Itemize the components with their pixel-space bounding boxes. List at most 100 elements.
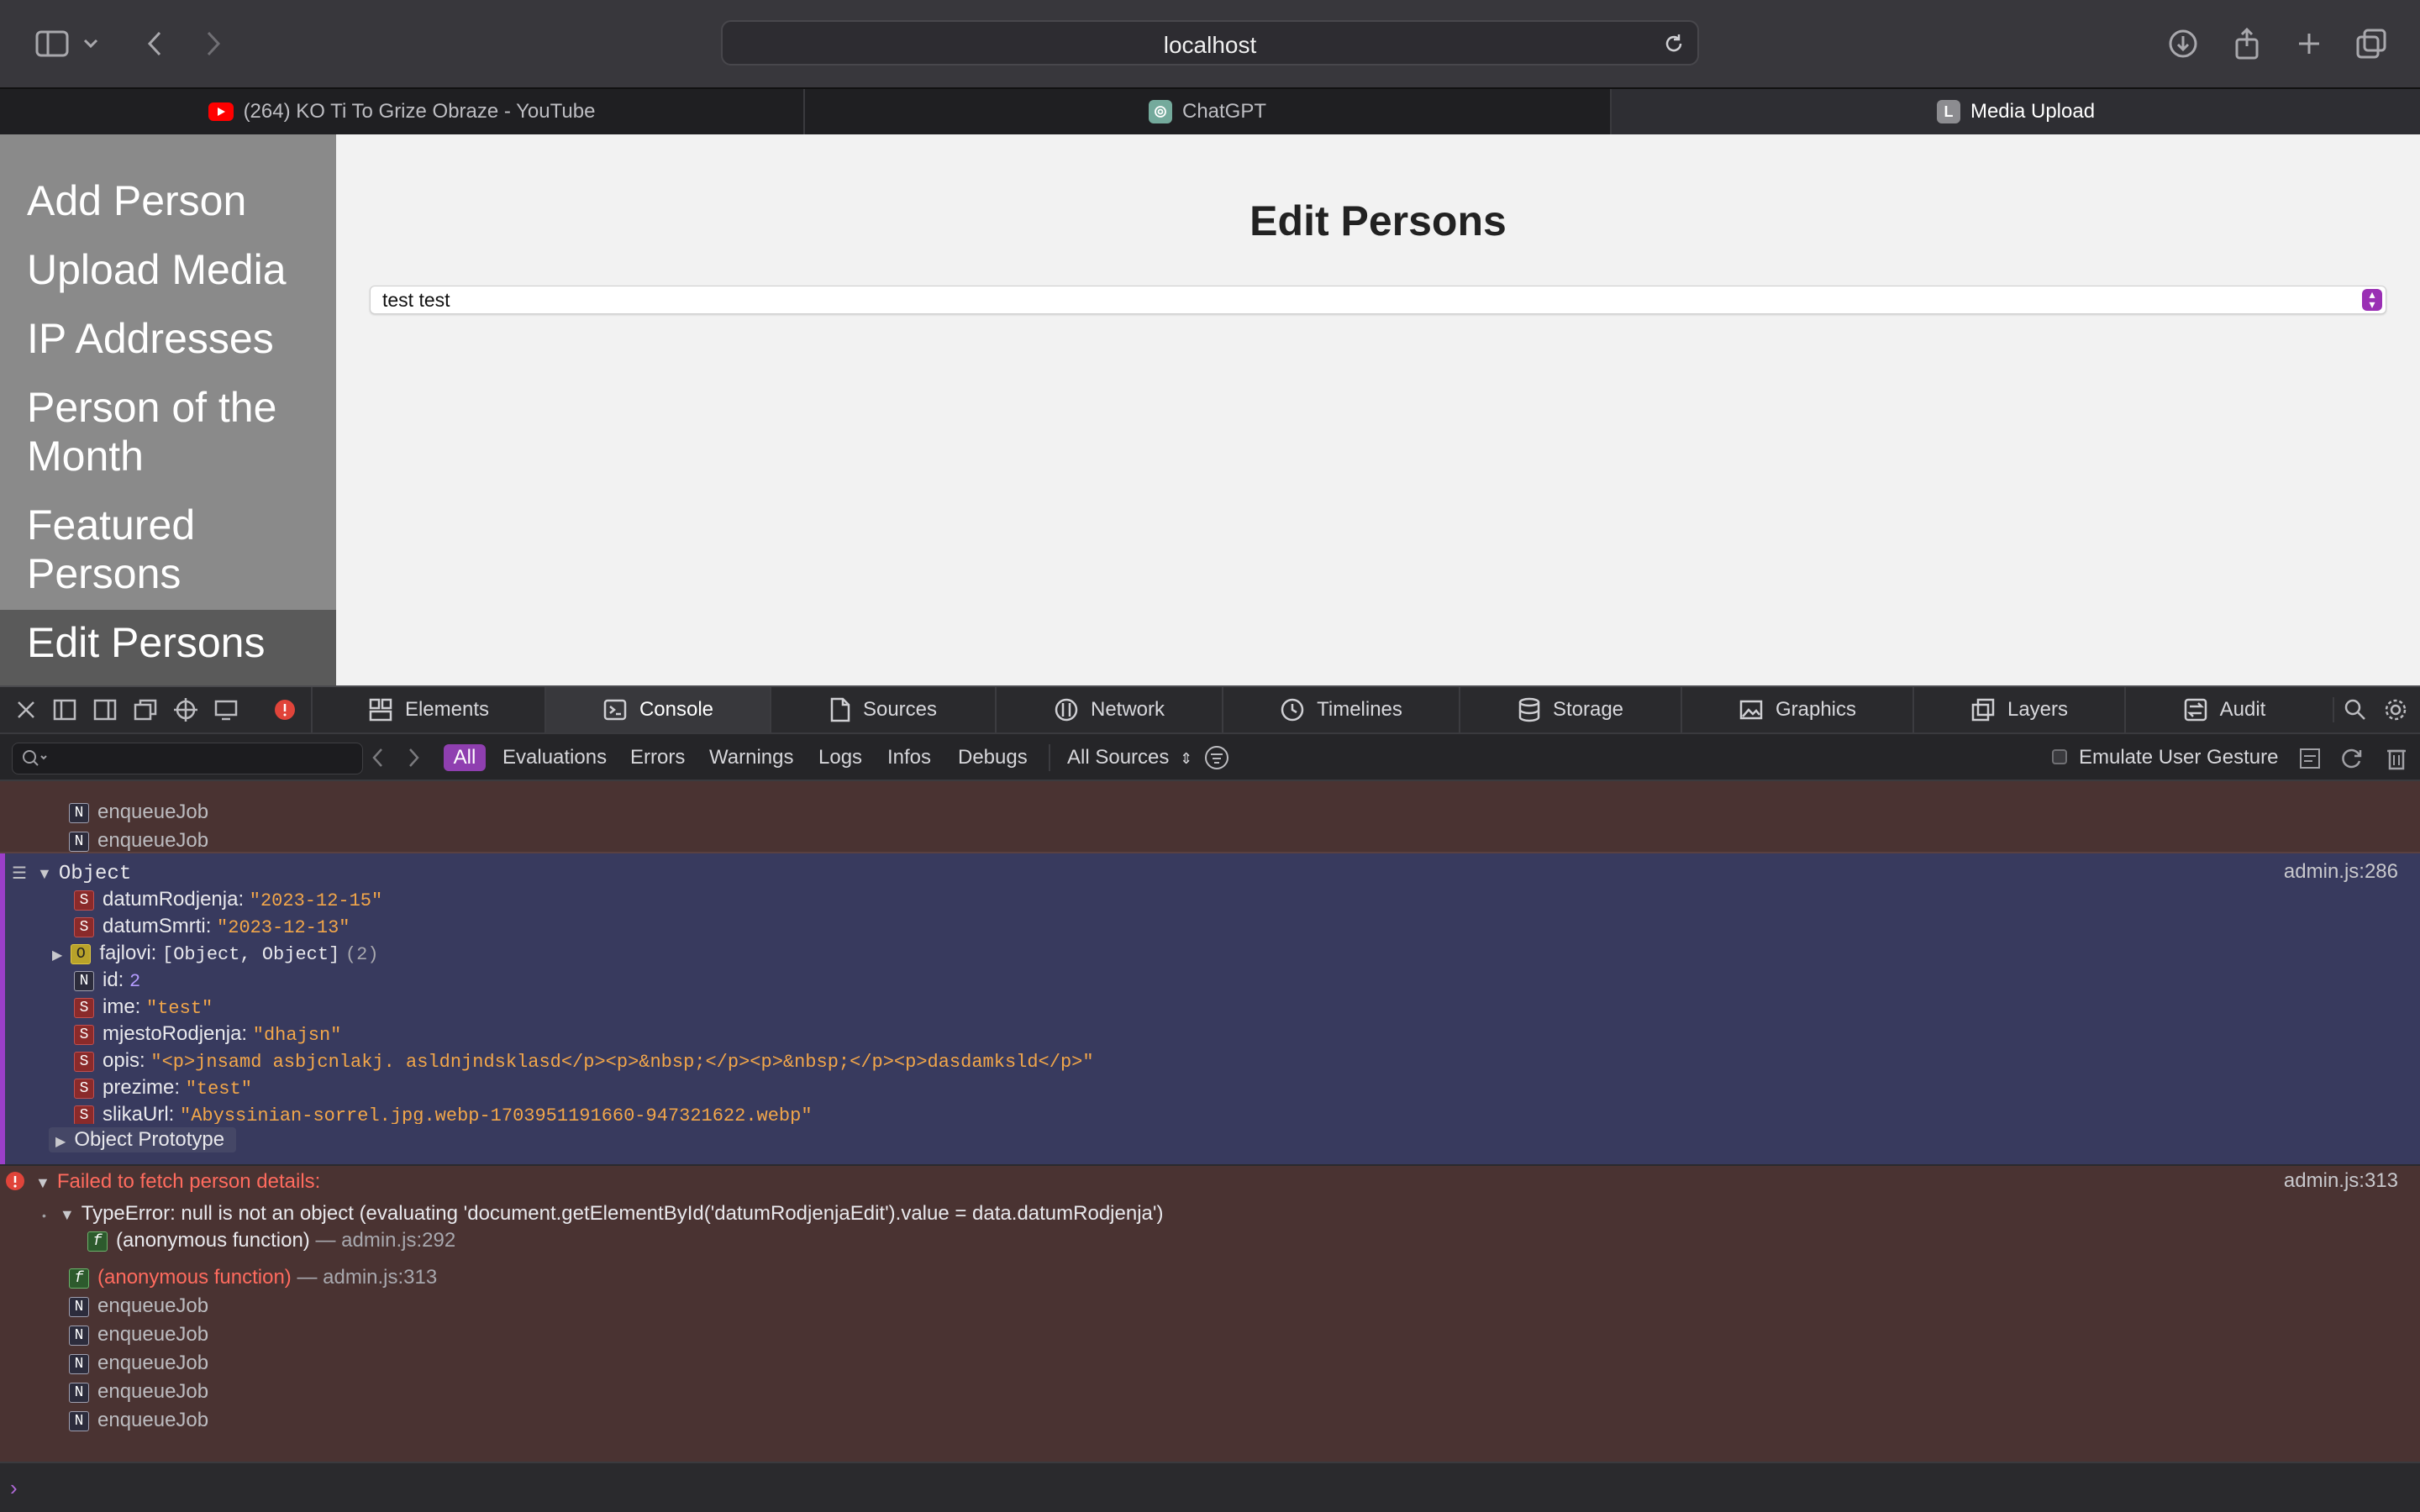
function-badge-icon: f	[87, 1231, 108, 1252]
object-property-expandable[interactable]: ▶ Ofajlovi: [Object, Object] (2)	[52, 941, 379, 966]
stack-frame: NenqueueJob	[69, 800, 208, 825]
sidebar-item-person-of-the-month[interactable]: Person of the Month	[27, 383, 329, 480]
native-badge-icon: N	[69, 1382, 89, 1403]
object-property: SmjestoRodjenja: "dhajsn"	[74, 1021, 341, 1047]
devtools-tab-elements[interactable]: Elements	[311, 687, 544, 732]
string-badge-icon: S	[74, 1051, 94, 1072]
sidebar-item-featured-persons[interactable]: Featured Persons	[27, 501, 329, 598]
filter-warnings[interactable]: Warnings	[709, 744, 793, 771]
object-prototype-toggle[interactable]: ▶ Object Prototype	[49, 1127, 237, 1152]
prompt-chevron-icon: ›	[10, 1475, 18, 1500]
emulate-gesture-label: Emulate User Gesture	[2079, 746, 2279, 769]
sidebar-item-add-person[interactable]: Add Person	[27, 176, 329, 225]
devtools-tab-audit[interactable]: Audit	[2124, 687, 2323, 732]
object-property: Sopis: "<p>jnsamd asbjcnlakj. asldnjndsk…	[74, 1048, 1094, 1074]
sidebar-item-upload-media[interactable]: Upload Media	[27, 245, 329, 294]
gear-icon[interactable]	[2383, 697, 2408, 722]
forward-icon[interactable]	[193, 24, 234, 64]
tab-label: Media Upload	[1970, 100, 2096, 123]
tab-media-upload[interactable]: L Media Upload	[1612, 89, 2420, 134]
preserve-log-icon[interactable]	[2297, 746, 2323, 775]
element-picker-icon[interactable]	[173, 697, 198, 722]
devtools-tab-timelines[interactable]: Timelines	[1222, 687, 1459, 732]
type-error-toggle[interactable]: • ▼ TypeError: null is not an object (eval…	[42, 1201, 1163, 1226]
error-toggle[interactable]: ▼ Failed to fetch person details:	[35, 1169, 320, 1194]
stack-frame[interactable]: f (anonymous function) — admin.js:313	[69, 1265, 437, 1290]
object-property: Sime: "test"	[74, 995, 213, 1020]
dock-right-icon[interactable]	[92, 697, 118, 722]
disclosure-closed-icon: ▶	[52, 948, 63, 963]
refresh-icon[interactable]	[2339, 746, 2365, 775]
native-badge-icon: N	[69, 802, 89, 823]
devtools-tab-layers[interactable]: Layers	[1912, 687, 2124, 732]
reload-icon[interactable]	[1662, 32, 1686, 60]
object-property: Sprezime: "test"	[74, 1075, 252, 1100]
tab-label: Layers	[2007, 698, 2069, 721]
object-badge-icon: O	[71, 943, 92, 964]
function-badge-icon: f	[69, 1268, 89, 1289]
tab-chatgpt[interactable]: ChatGPT	[805, 89, 1612, 134]
stack-frame[interactable]: f (anonymous function) — admin.js:292	[87, 1228, 455, 1253]
console-message-object: ☰ ▼ Object admin.js:286 SdatumRodjenja: "…	[0, 853, 2420, 1126]
new-tab-icon[interactable]	[2289, 24, 2329, 64]
sources-select[interactable]: All Sources ⇕	[1049, 744, 1192, 771]
source-link[interactable]: admin.js:286	[2284, 860, 2398, 884]
devtools-tab-network[interactable]: Network	[995, 687, 1222, 732]
sidebar-item-ip-addresses[interactable]: IP Addresses	[27, 314, 329, 363]
devtools-tab-graphics[interactable]: Graphics	[1681, 687, 1912, 732]
browser-toolbar: localhost	[0, 0, 2420, 87]
filter-evaluations[interactable]: Evaluations	[502, 744, 607, 771]
tab-label: (264) KO Ti To Grize Obraze - YouTube	[243, 100, 596, 123]
native-badge-icon: N	[69, 1353, 89, 1374]
stack-frame: NenqueueJob	[69, 1379, 208, 1404]
stack-frame: NenqueueJob	[69, 1294, 208, 1319]
detach-window-icon[interactable]	[133, 697, 158, 722]
emulate-gesture-checkbox[interactable]	[2052, 749, 2067, 764]
filter-logs[interactable]: Logs	[818, 744, 862, 771]
object-property: SdatumRodjenja: "2023-12-15"	[74, 887, 382, 912]
layers-icon	[1971, 698, 1995, 722]
disclosure-open-icon: ▼	[59, 1206, 75, 1223]
address-bar[interactable]: localhost	[721, 20, 1699, 66]
error-count-icon[interactable]	[272, 697, 297, 722]
device-icon[interactable]	[213, 697, 239, 722]
console-prompt[interactable]: ›	[0, 1462, 2420, 1512]
filter-options-icon[interactable]	[1203, 744, 1230, 775]
search-icon[interactable]	[2333, 697, 2368, 722]
share-icon[interactable]	[2227, 24, 2267, 64]
next-result-icon[interactable]	[403, 746, 424, 774]
source-link[interactable]: admin.js:313	[2284, 1169, 2398, 1193]
back-icon[interactable]	[134, 24, 175, 64]
devtools-tab-console[interactable]: Console	[544, 687, 770, 732]
site-favicon-icon: L	[1936, 100, 1960, 123]
console-filter-input[interactable]	[12, 743, 363, 774]
object-toggle[interactable]: ▼ Object	[37, 860, 131, 885]
tab-label: Network	[1090, 698, 1165, 721]
devtools-tab-sources[interactable]: Sources	[770, 687, 995, 732]
chevron-down-icon[interactable]	[77, 24, 104, 64]
audit-icon	[2184, 698, 2207, 722]
sources-select-value: All Sources	[1067, 746, 1170, 769]
tab-youtube[interactable]: (264) KO Ti To Grize Obraze - YouTube	[0, 89, 805, 134]
tab-bar: (264) KO Ti To Grize Obraze - YouTube Ch…	[0, 87, 2420, 134]
sidebar-item-edit-persons[interactable]: Edit Persons	[27, 618, 329, 667]
dock-left-icon[interactable]	[52, 697, 77, 722]
downloads-icon[interactable]	[2163, 24, 2203, 64]
filter-infos[interactable]: Infos	[887, 744, 931, 771]
clear-console-icon[interactable]	[2385, 746, 2408, 775]
elements-icon	[369, 698, 392, 722]
console-icon	[603, 699, 627, 721]
previous-result-icon[interactable]	[368, 746, 388, 774]
native-badge-icon: N	[69, 1296, 89, 1317]
filter-debugs[interactable]: Debugs	[958, 744, 1028, 771]
string-badge-icon: S	[74, 1105, 94, 1126]
filter-errors[interactable]: Errors	[630, 744, 685, 771]
person-select[interactable]: test test ▴ ▾	[370, 286, 2386, 314]
sidebar-toggle-icon[interactable]	[32, 24, 72, 64]
devtools-tab-storage[interactable]: Storage	[1459, 687, 1681, 732]
filter-all[interactable]: All	[444, 744, 486, 771]
close-devtools-icon[interactable]	[13, 697, 39, 722]
tab-overview-icon[interactable]	[2351, 24, 2391, 64]
network-icon	[1055, 698, 1078, 722]
native-badge-icon: N	[69, 1325, 89, 1346]
